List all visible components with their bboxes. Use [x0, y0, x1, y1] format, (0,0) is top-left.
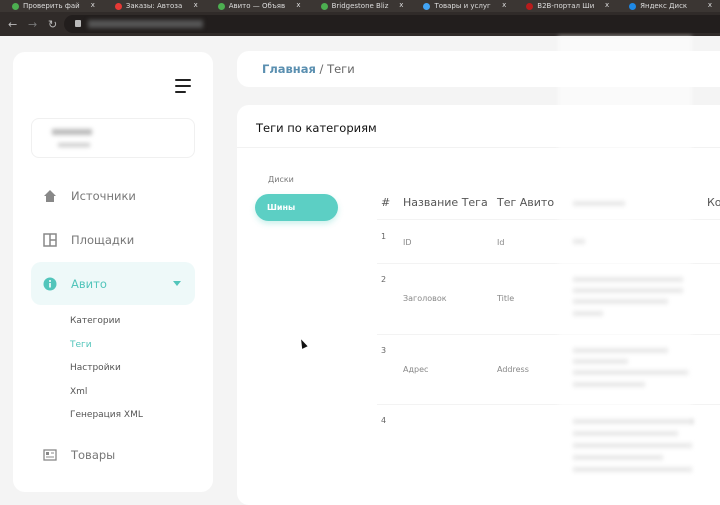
- browser-tab[interactable]: Яндекс Диск x: [617, 0, 720, 12]
- browser-tab[interactable]: Проверить фай x: [0, 0, 103, 12]
- sidebar-item-platforms[interactable]: Площадки: [31, 218, 195, 261]
- close-icon[interactable]: x: [605, 1, 609, 9]
- category-tab-disks[interactable]: Диски: [268, 175, 294, 184]
- sidebar-item-products[interactable]: Товары: [31, 433, 195, 476]
- column-header-number: #: [381, 196, 391, 209]
- close-icon[interactable]: x: [708, 1, 712, 9]
- info-icon: [43, 277, 57, 290]
- favicon-icon: [526, 2, 534, 10]
- row-number: 3: [381, 346, 387, 355]
- home-icon: [44, 189, 56, 202]
- column-header-avito-tag: Тег Авито: [497, 196, 555, 209]
- blurred-url: [88, 20, 203, 28]
- back-icon[interactable]: ←: [8, 18, 20, 31]
- close-icon[interactable]: x: [194, 1, 198, 9]
- browser-tab[interactable]: Авито — Объяв x: [206, 0, 309, 12]
- sidebar-subitem-xml-generation[interactable]: Генерация XML: [70, 410, 143, 420]
- close-icon[interactable]: x: [399, 1, 403, 9]
- grid-icon: [43, 232, 57, 247]
- sidebar-item-sources[interactable]: Источники: [31, 174, 195, 217]
- column-header-tag-name: Название Тега: [403, 196, 488, 209]
- tag-name-cell: Заголовок: [403, 294, 447, 303]
- avito-tag-cell: Address: [497, 365, 529, 374]
- close-icon[interactable]: x: [296, 1, 300, 9]
- category-tab-tires[interactable]: Шины: [255, 194, 338, 221]
- blurred-overlay: [558, 36, 692, 480]
- page-title: Теги по категориям: [256, 121, 377, 135]
- sidebar-subitem-tags[interactable]: Теги: [70, 340, 92, 350]
- forward-icon[interactable]: →: [28, 18, 40, 31]
- breadcrumb-current: Теги: [327, 62, 355, 76]
- user-card: [31, 118, 195, 158]
- chevron-down-icon[interactable]: [173, 281, 181, 286]
- favicon-icon: [114, 2, 122, 10]
- browser-tab[interactable]: Товары и услуг x: [411, 0, 514, 12]
- sidebar-subitem-xml[interactable]: Xml: [70, 387, 87, 397]
- avito-tag-cell: Title: [497, 294, 515, 303]
- menu-icon[interactable]: [175, 79, 191, 97]
- sidebar: Источники Площадки Авито Категории Теги …: [13, 52, 213, 492]
- address-toolbar: ← → ↻: [0, 12, 720, 36]
- browser-tab[interactable]: B2B-портал Ши x: [514, 0, 617, 12]
- row-number: 1: [381, 232, 387, 241]
- reload-icon[interactable]: ↻: [48, 18, 60, 31]
- row-number: 4: [381, 416, 387, 425]
- avito-tag-cell: Id: [497, 238, 505, 247]
- tag-name-cell: ID: [403, 238, 412, 247]
- favicon-icon: [629, 2, 637, 10]
- sidebar-subitem-categories[interactable]: Категории: [70, 316, 120, 326]
- lock-icon: [75, 20, 81, 27]
- close-icon[interactable]: x: [91, 1, 95, 9]
- row-number: 2: [381, 275, 387, 284]
- close-icon[interactable]: x: [502, 1, 506, 9]
- id-card-icon: [43, 448, 57, 461]
- url-input[interactable]: [64, 15, 720, 33]
- favicon-icon: [217, 2, 225, 10]
- tag-name-cell: Адрес: [403, 365, 429, 374]
- browser-tab-bar: Проверить фай x Заказы: Автоза x Авито — О…: [0, 0, 720, 12]
- favicon-icon: [320, 2, 328, 10]
- browser-tab[interactable]: Bridgestone Bliz x: [309, 0, 412, 12]
- favicon-icon: [12, 2, 19, 10]
- browser-tab[interactable]: Заказы: Автоза x: [103, 0, 206, 12]
- sidebar-subitem-settings[interactable]: Настройки: [70, 363, 121, 373]
- breadcrumb-home-link[interactable]: Главная: [262, 62, 316, 76]
- sidebar-item-avito[interactable]: Авито: [31, 262, 195, 305]
- favicon-icon: [423, 2, 431, 10]
- column-header-extra: Ко: [707, 196, 720, 209]
